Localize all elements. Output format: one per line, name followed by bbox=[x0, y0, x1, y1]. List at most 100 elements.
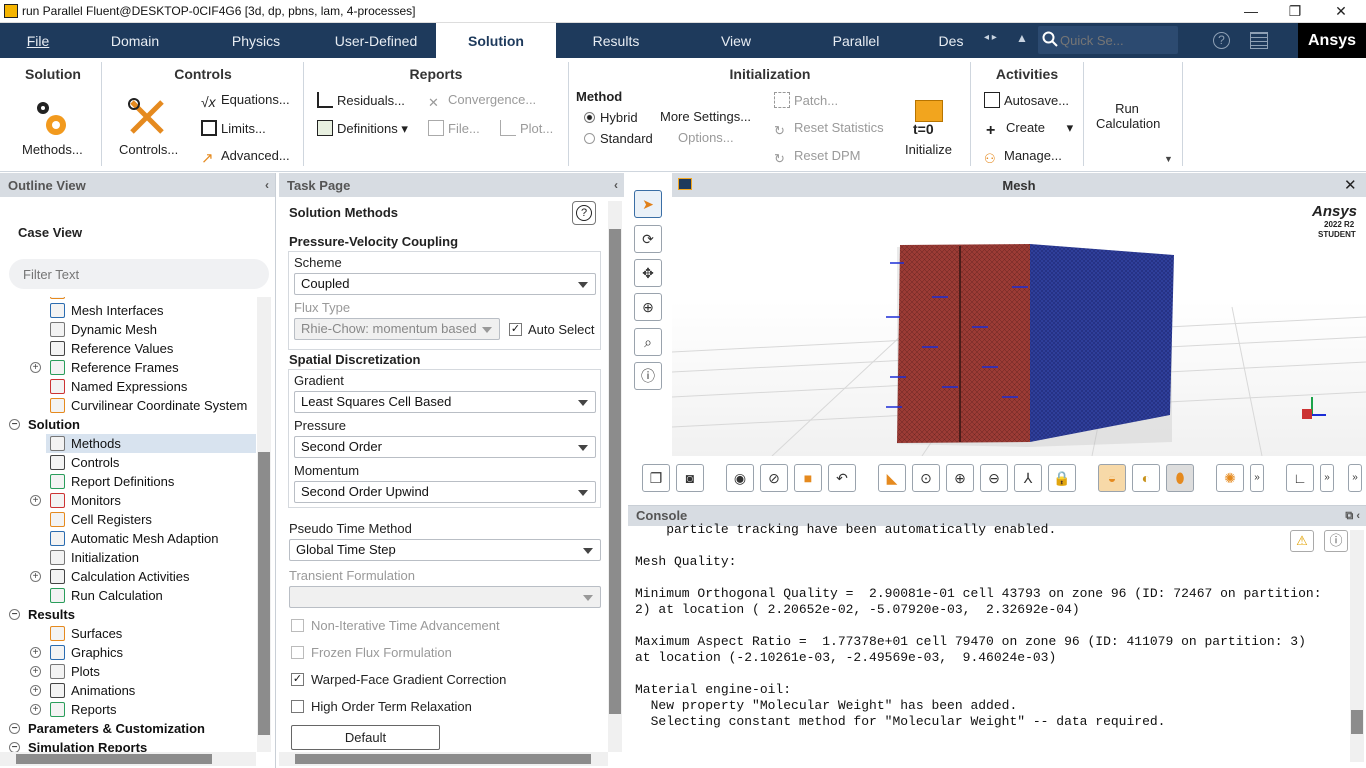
tab-scroll-arrows[interactable]: ◂ ▸ bbox=[984, 32, 1008, 50]
high-order-relaxation-checkbox[interactable] bbox=[291, 700, 304, 713]
definitions-button[interactable]: Definitions ▾ bbox=[317, 120, 408, 137]
tab-parallel[interactable]: Parallel bbox=[796, 23, 916, 58]
undo-view-icon[interactable]: ↶ bbox=[828, 464, 856, 492]
tab-file[interactable]: File bbox=[0, 23, 76, 58]
collapse-task-icon[interactable]: ‹ bbox=[614, 173, 618, 198]
outline-h-scrollbar[interactable] bbox=[0, 752, 256, 766]
tree-item-named-expressions[interactable]: Named Expressions bbox=[50, 377, 187, 396]
tab-physics[interactable]: Physics bbox=[194, 23, 318, 58]
standard-radio[interactable] bbox=[584, 133, 595, 144]
momentum-select[interactable]: Second Order Upwind bbox=[294, 481, 596, 503]
more-tools-icon-3[interactable]: » bbox=[1348, 464, 1362, 492]
tree-item-dynamic-mesh[interactable]: Dynamic Mesh bbox=[50, 320, 157, 339]
zoom-box-icon[interactable]: ⌕ bbox=[634, 328, 662, 356]
tree-item-plots[interactable]: + Plots bbox=[30, 662, 100, 681]
surface-view-icon[interactable]: ◐ bbox=[1132, 464, 1160, 492]
lock-view-icon[interactable]: 🔒 bbox=[1048, 464, 1076, 492]
default-button[interactable]: Default bbox=[291, 725, 440, 750]
pseudo-time-select[interactable]: Global Time Step bbox=[289, 539, 601, 561]
tree-item-cell-registers[interactable]: Cell Registers bbox=[50, 510, 152, 529]
tree-item-monitors[interactable]: + Monitors bbox=[30, 491, 121, 510]
orient-axes-icon[interactable]: ⅄ bbox=[1014, 464, 1042, 492]
filter-text-input[interactable] bbox=[9, 259, 269, 289]
help-button[interactable]: ? bbox=[572, 201, 596, 225]
controls-button[interactable]: Controls... bbox=[119, 142, 178, 157]
copy-view-icon[interactable]: ❐ bbox=[642, 464, 670, 492]
view-eye-icon[interactable]: ◉ bbox=[726, 464, 754, 492]
reset-dpm-button[interactable]: ↻ Reset DPM bbox=[774, 148, 860, 167]
clip-plane-icon[interactable]: ◒ bbox=[1098, 464, 1126, 492]
expand-icon[interactable]: + bbox=[30, 495, 41, 506]
more-settings-button[interactable]: More Settings... bbox=[660, 109, 751, 124]
flux-type-select[interactable]: Rhie-Chow: momentum based bbox=[294, 318, 500, 340]
tree-item-parameters-customization[interactable]: − Parameters & Customization bbox=[9, 719, 205, 738]
zoom-fit-icon[interactable]: ⊙ bbox=[912, 464, 940, 492]
convergence-button[interactable]: ✕ Convergence... bbox=[428, 92, 536, 111]
info-icon[interactable]: ⓘ bbox=[1324, 530, 1348, 552]
scheme-select[interactable]: Coupled bbox=[294, 273, 596, 295]
expand-icon[interactable]: + bbox=[30, 666, 41, 677]
quick-search-input[interactable] bbox=[1060, 29, 1175, 51]
options-button[interactable]: Options... bbox=[678, 130, 734, 145]
residuals-button[interactable]: Residuals... bbox=[317, 92, 405, 108]
create-button[interactable]: + Create ▾ bbox=[986, 120, 1073, 139]
collapse-panel-icon[interactable]: ‹ bbox=[265, 173, 269, 198]
manage-button[interactable]: ⚇ Manage... bbox=[984, 148, 1062, 167]
rotate-icon[interactable]: ⟳ bbox=[634, 225, 662, 253]
tree-item-reports[interactable]: + Reports bbox=[30, 700, 117, 719]
tree-item-run-calculation[interactable]: Run Calculation bbox=[50, 586, 163, 605]
tree-item-curvilinear-coordinate-system[interactable]: Curvilinear Coordinate System bbox=[50, 396, 247, 415]
run-calculation-button[interactable]: Run Calculation bbox=[1096, 101, 1160, 131]
gradient-select[interactable]: Least Squares Cell Based bbox=[294, 391, 596, 413]
ribbon-expand-icon[interactable]: ▼ bbox=[1164, 154, 1173, 164]
more-tools-icon[interactable]: » bbox=[1250, 464, 1264, 492]
zoom-out-icon[interactable]: ⊖ bbox=[980, 464, 1008, 492]
screenshot-icon[interactable]: ◙ bbox=[676, 464, 704, 492]
outline-scrollbar[interactable] bbox=[257, 297, 271, 752]
tree-item-reference-values[interactable]: Reference Values bbox=[50, 339, 173, 358]
non-iterative-checkbox[interactable] bbox=[291, 619, 304, 632]
fit-to-window-icon[interactable]: ◣ bbox=[878, 464, 906, 492]
maximize-button[interactable]: ❐ bbox=[1272, 2, 1318, 22]
close-graphics-icon[interactable]: ✕ bbox=[1344, 176, 1357, 194]
tab-view[interactable]: View bbox=[676, 23, 796, 58]
tree-item-automatic-mesh-adaption[interactable]: Automatic Mesh Adaption bbox=[50, 529, 218, 548]
expand-icon[interactable]: + bbox=[30, 685, 41, 696]
collapse-icon[interactable]: − bbox=[9, 742, 20, 752]
collapse-icon[interactable]: − bbox=[9, 609, 20, 620]
tree-item-solution[interactable]: − Solution bbox=[9, 415, 80, 434]
quick-search-box[interactable] bbox=[1038, 26, 1178, 54]
expand-icon[interactable]: + bbox=[30, 704, 41, 715]
tab-user-defined[interactable]: User-Defined bbox=[318, 23, 434, 58]
tab-domain[interactable]: Domain bbox=[76, 23, 194, 58]
zoom-icon[interactable]: ⊕ bbox=[634, 293, 662, 321]
tree-item-animations[interactable]: + Animations bbox=[30, 681, 135, 700]
pressure-select[interactable]: Second Order bbox=[294, 436, 596, 458]
pan-icon[interactable]: ✥ bbox=[634, 259, 662, 287]
select-pointer-icon[interactable]: ➤ bbox=[634, 190, 662, 218]
methods-button[interactable]: Methods... bbox=[22, 142, 83, 157]
tree-item-simulation-reports[interactable]: − Simulation Reports bbox=[9, 738, 147, 752]
help-icon[interactable]: ? bbox=[1213, 32, 1230, 49]
graphics-window[interactable]: Mesh ✕ Ansys 2022 R2 STUDENT bbox=[672, 173, 1366, 456]
expand-icon[interactable]: + bbox=[30, 647, 41, 658]
warped-face-checkbox[interactable]: ✓ bbox=[291, 673, 304, 686]
tree-item-methods[interactable]: Methods bbox=[46, 434, 256, 453]
plot-button[interactable]: Plot... bbox=[500, 120, 553, 136]
autosave-button[interactable]: Autosave... bbox=[984, 92, 1069, 108]
patch-button[interactable]: Patch... bbox=[774, 92, 838, 108]
hybrid-radio[interactable] bbox=[584, 112, 595, 123]
fit-box-icon[interactable]: ■ bbox=[794, 464, 822, 492]
tree-item-graphics[interactable]: + Graphics bbox=[30, 643, 123, 662]
limits-button[interactable]: Limits... bbox=[201, 120, 266, 136]
more-tools-icon-2[interactable]: » bbox=[1320, 464, 1334, 492]
axes-icon[interactable]: ∟ bbox=[1286, 464, 1314, 492]
console-window-icons[interactable]: ⧉ ‹ bbox=[1345, 506, 1360, 526]
file-button[interactable]: File... bbox=[428, 120, 480, 136]
close-window-button[interactable]: ✕ bbox=[1318, 2, 1364, 22]
equations-button[interactable]: √x Equations... bbox=[201, 92, 290, 110]
initialize-button[interactable]: Initialize bbox=[905, 142, 952, 157]
tree-item-calculation-activities[interactable]: + Calculation Activities bbox=[30, 567, 190, 586]
task-page-h-scrollbar[interactable] bbox=[279, 752, 608, 766]
auto-select-checkbox[interactable]: ✓ bbox=[509, 323, 522, 336]
